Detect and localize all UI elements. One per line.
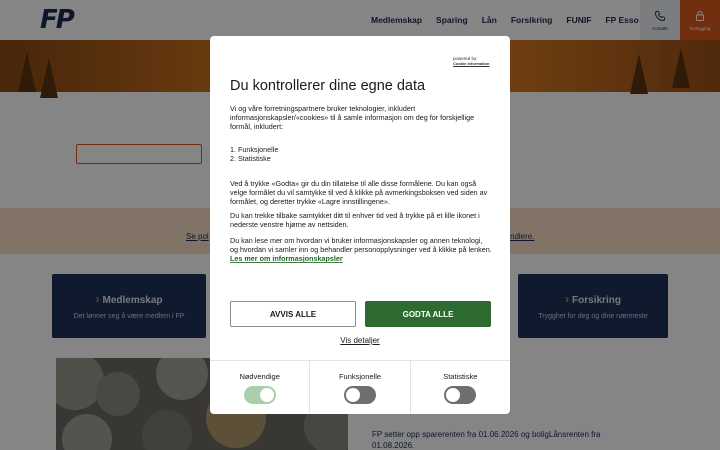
accept-info-text: Ved å trykke «Godta» gir du din tillatel… <box>230 179 488 206</box>
withdraw-info-text: Du kan trekke tilbake samtykket ditt til… <box>230 211 480 229</box>
toggle-statistics: Statistiske <box>409 361 510 414</box>
intro-text: Vi og våre forretningspartnere bruker te… <box>230 104 475 131</box>
purpose-item: 2. Statistiske <box>230 154 271 163</box>
dialog-title: Du kontrollerer dine egne data <box>230 78 426 94</box>
powered-by: powered by: Cookie Information <box>453 56 489 66</box>
statistics-switch[interactable] <box>444 386 477 404</box>
scroll-fade <box>210 258 510 282</box>
consent-text-area[interactable]: powered by: Cookie Information Du kontro… <box>210 36 510 281</box>
toggle-label: Statistiske <box>443 372 478 381</box>
accept-all-button[interactable]: GODTA ALLE <box>365 301 491 327</box>
toggle-necessary: Nødvendige <box>210 361 309 414</box>
consent-toggles: Nødvendige Funksjonelle Statistiske <box>210 360 510 414</box>
toggle-label: Nødvendige <box>239 372 280 381</box>
reject-all-button[interactable]: AVVIS ALLE <box>230 301 356 327</box>
toggle-label: Funksjonelle <box>338 372 382 381</box>
show-details-link[interactable]: Vis detaljer <box>210 336 510 345</box>
more-info-paragraph: Du kan lese mer om hvordan vi bruker inf… <box>230 236 492 254</box>
cookie-consent-dialog: powered by: Cookie Information Du kontro… <box>210 36 510 414</box>
functional-switch[interactable] <box>343 386 376 404</box>
cookie-information-logo[interactable]: Cookie Information <box>453 61 489 66</box>
toggle-functional: Funksjonelle <box>309 361 409 414</box>
necessary-switch[interactable] <box>243 386 276 404</box>
purpose-item: 1. Funksjonelle <box>230 145 279 154</box>
